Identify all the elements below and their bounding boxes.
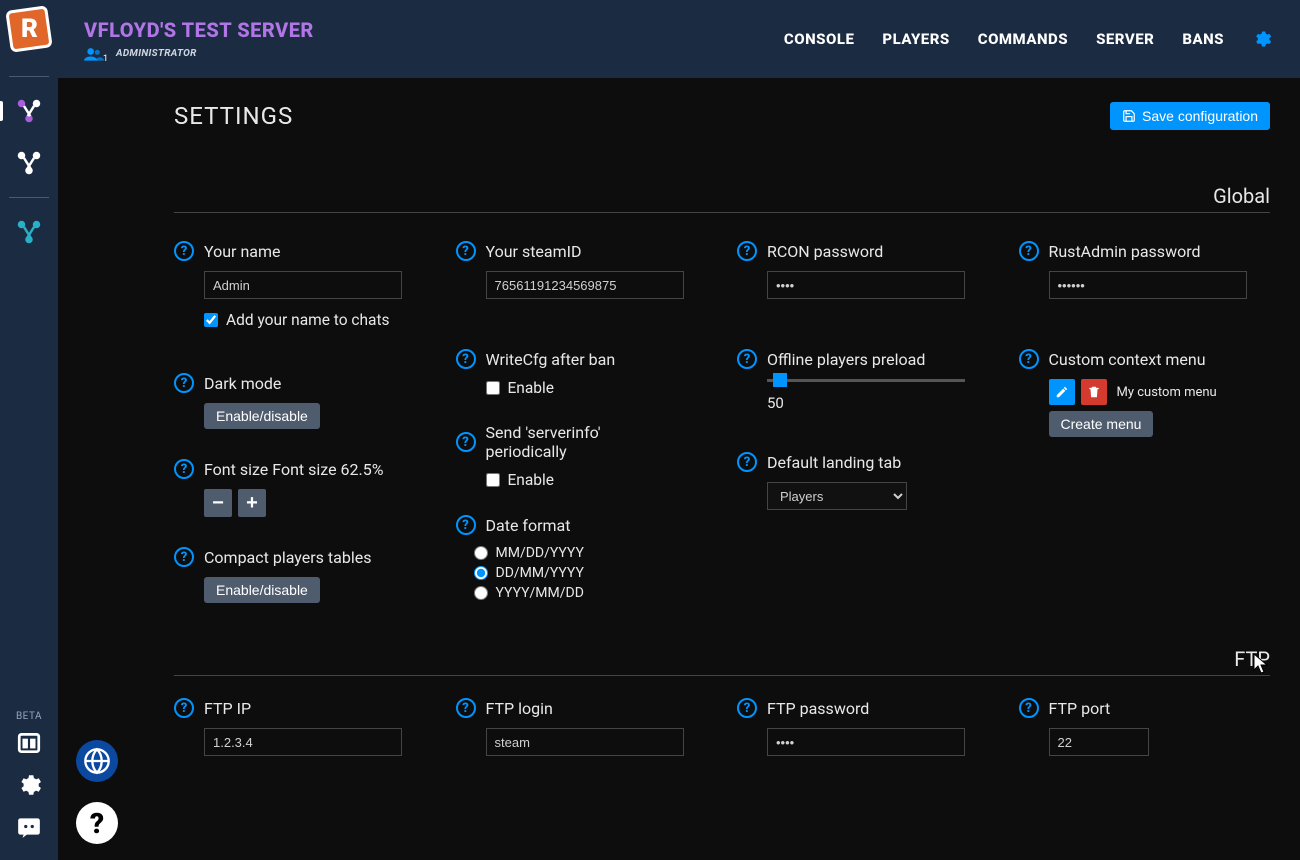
nav-settings-icon[interactable] xyxy=(1252,29,1272,49)
rail-discord-icon[interactable] xyxy=(12,810,46,844)
rustadmin-label: RustAdmin password xyxy=(1049,242,1201,261)
topbar: VFLOYD'S TEST SERVER 1 ADMINISTRATOR CON… xyxy=(58,0,1300,78)
serverinfo-checkbox[interactable] xyxy=(486,473,500,487)
ftp-port-label: FTP port xyxy=(1049,699,1111,718)
ftp-password-input[interactable] xyxy=(767,728,965,756)
nav-players[interactable]: PLAYERS xyxy=(882,30,949,48)
offline-preload-value: 50 xyxy=(767,394,989,412)
help-icon[interactable]: ? xyxy=(1019,241,1039,261)
add-name-label: Add your name to chats xyxy=(226,311,390,329)
help-icon[interactable]: ? xyxy=(456,241,476,261)
create-menu-button[interactable]: Create menu xyxy=(1049,411,1154,437)
dateformat-dmY[interactable] xyxy=(474,566,488,580)
page-title: SETTINGS xyxy=(174,102,293,130)
section-global: Global xyxy=(1213,184,1270,208)
save-configuration-button[interactable]: Save configuration xyxy=(1110,102,1270,130)
df-opt-2: YYYY/MM/DD xyxy=(496,585,584,601)
help-icon[interactable]: ? xyxy=(456,349,476,369)
rail-server-icon-2[interactable] xyxy=(9,143,49,183)
dark-mode-label: Dark mode xyxy=(204,374,281,393)
rcon-label: RCON password xyxy=(767,242,883,261)
font-decrease-button[interactable]: − xyxy=(204,489,232,517)
dateformat-mdY[interactable] xyxy=(474,546,488,560)
users-icon: 1 xyxy=(84,46,102,60)
top-nav: CONSOLE PLAYERS COMMANDS SERVER BANS xyxy=(784,29,1272,49)
writecfg-checkbox[interactable] xyxy=(486,381,500,395)
content: ? SETTINGS Save configuration Global ? Y… xyxy=(58,78,1300,860)
your-name-input[interactable] xyxy=(204,271,402,299)
compact-tables-toggle[interactable]: Enable/disable xyxy=(204,577,320,603)
rail-settings-icon[interactable] xyxy=(12,768,46,802)
steamid-input[interactable] xyxy=(486,271,684,299)
landing-tab-label: Default landing tab xyxy=(767,453,901,472)
nav-bans[interactable]: BANS xyxy=(1182,30,1224,48)
ftp-port-input[interactable] xyxy=(1049,728,1149,756)
help-icon[interactable]: ? xyxy=(174,373,194,393)
writecfg-label: WriteCfg after ban xyxy=(486,350,616,369)
font-size-label: Font size Font size 62.5% xyxy=(204,460,383,479)
help-icon[interactable]: ? xyxy=(174,241,194,261)
ftp-ip-input[interactable] xyxy=(204,728,402,756)
help-icon[interactable]: ? xyxy=(174,459,194,479)
df-opt-1: DD/MM/YYYY xyxy=(496,565,584,581)
context-menu-label: Custom context menu xyxy=(1049,350,1206,369)
help-icon[interactable]: ? xyxy=(1019,349,1039,369)
font-increase-button[interactable]: + xyxy=(238,489,266,517)
nav-server[interactable]: SERVER xyxy=(1096,30,1154,48)
help-icon[interactable]: ? xyxy=(456,698,476,718)
ftp-ip-label: FTP IP xyxy=(204,699,251,718)
compact-tables-label: Compact players tables xyxy=(204,548,371,567)
offline-preload-label: Offline players preload xyxy=(767,350,925,369)
rail-server-icon-1[interactable] xyxy=(9,91,49,131)
landing-tab-select[interactable]: Players xyxy=(767,482,907,510)
nav-commands[interactable]: COMMANDS xyxy=(978,30,1068,48)
left-rail: R BETA xyxy=(0,0,58,860)
beta-tag: BETA xyxy=(16,711,42,722)
ftp-password-label: FTP password xyxy=(767,699,869,718)
help-icon[interactable]: ? xyxy=(737,241,757,261)
help-icon[interactable]: ? xyxy=(737,349,757,369)
role-count: 1 xyxy=(103,54,108,64)
add-name-checkbox[interactable] xyxy=(204,313,218,327)
help-icon[interactable]: ? xyxy=(1019,698,1039,718)
nav-console[interactable]: CONSOLE xyxy=(784,30,854,48)
help-icon[interactable]: ? xyxy=(174,547,194,567)
language-button[interactable] xyxy=(76,740,118,782)
date-format-label: Date format xyxy=(486,516,571,535)
your-name-label: Your name xyxy=(204,242,281,261)
writecfg-enable-label: Enable xyxy=(508,379,555,397)
help-icon[interactable]: ? xyxy=(174,698,194,718)
ftp-login-input[interactable] xyxy=(486,728,684,756)
help-button[interactable]: ? xyxy=(76,802,118,844)
save-label: Save configuration xyxy=(1142,108,1258,124)
dateformat-Ymd[interactable] xyxy=(474,586,488,600)
help-icon[interactable]: ? xyxy=(456,432,476,452)
help-icon[interactable]: ? xyxy=(737,698,757,718)
df-opt-0: MM/DD/YYYY xyxy=(496,545,584,561)
steamid-label: Your steamID xyxy=(486,242,582,261)
context-menu-edit-button[interactable] xyxy=(1049,379,1075,405)
context-menu-delete-button[interactable] xyxy=(1081,379,1107,405)
rail-layout-icon[interactable] xyxy=(12,726,46,760)
rail-server-icon-3[interactable] xyxy=(9,212,49,252)
rcon-input[interactable] xyxy=(767,271,965,299)
help-icon[interactable]: ? xyxy=(737,452,757,472)
serverinfo-label: Send 'serverinfo' periodically xyxy=(486,423,656,461)
slider-thumb[interactable] xyxy=(773,373,787,387)
offline-preload-slider[interactable] xyxy=(767,379,965,382)
rustadmin-input[interactable] xyxy=(1049,271,1247,299)
rail-logo[interactable]: R xyxy=(5,5,52,52)
help-icon[interactable]: ? xyxy=(456,515,476,535)
serverinfo-enable-label: Enable xyxy=(508,471,555,489)
dark-mode-toggle[interactable]: Enable/disable xyxy=(204,403,320,429)
section-ftp: FTP xyxy=(1234,647,1270,671)
context-menu-item-label: My custom menu xyxy=(1117,385,1217,400)
server-name[interactable]: VFLOYD'S TEST SERVER xyxy=(84,18,314,42)
role-label: ADMINISTRATOR xyxy=(116,48,197,59)
ftp-login-label: FTP login xyxy=(486,699,553,718)
